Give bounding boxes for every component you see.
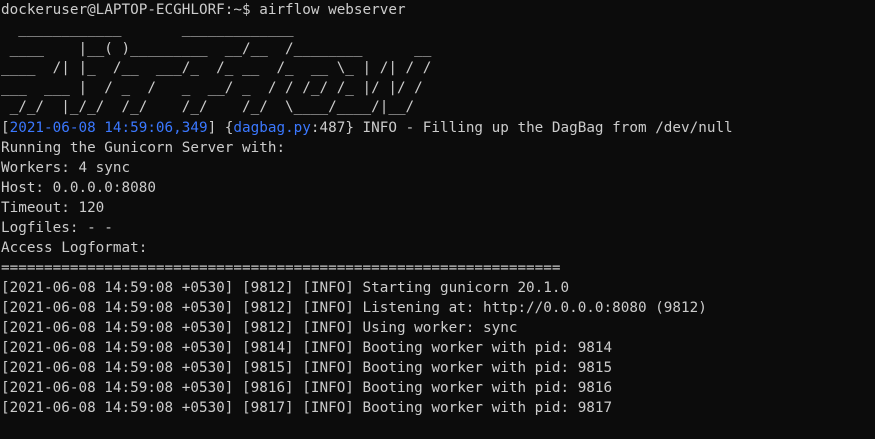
dagbag-open-bracket: [	[1, 119, 10, 136]
ascii-art-line: ___ ___ | / _ / _ __/ _ / / /_/ /_ |/ |/…	[1, 79, 423, 96]
log-line: [2021-06-08 14:59:08 +0530] [9812] [INFO…	[1, 279, 570, 296]
gunicorn-info-line: Running the Gunicorn Server with:	[1, 139, 286, 156]
airflow-ascii-logo: ____________ _____________ ____ |__( )__…	[1, 20, 875, 118]
log-line: [2021-06-08 14:59:08 +0530] [9812] [INFO…	[1, 319, 518, 336]
prompt-user-host: dockeruser@LAPTOP-ECGHLORF	[1, 2, 225, 18]
gunicorn-info-line: Access Logformat:	[1, 239, 148, 256]
gunicorn-info-line: Logfiles: - -	[1, 219, 113, 236]
log-line: [2021-06-08 14:59:08 +0530] [9815] [INFO…	[1, 359, 613, 376]
dagbag-log-line: [2021-06-08 14:59:06,349] {dagbag.py:487…	[1, 118, 875, 138]
gunicorn-info-line: Workers: 4 sync	[1, 159, 131, 176]
prompt-command: airflow webserver	[259, 2, 406, 18]
prompt-symbol: $	[242, 2, 251, 18]
dagbag-open-brace: {	[216, 119, 234, 136]
log-line: [2021-06-08 14:59:08 +0530] [9814] [INFO…	[1, 339, 613, 356]
dagbag-source-file: dagbag.py	[233, 119, 311, 136]
log-line: [2021-06-08 14:59:08 +0530] [9812] [INFO…	[1, 299, 707, 316]
gunicorn-info-line: Host: 0.0.0.0:8080	[1, 179, 156, 196]
ascii-art-line: ____ /| |_ /__ ___/_ /_ __ /_ __ \_ | /|…	[1, 60, 432, 77]
ascii-art-line: ____________ _____________	[1, 21, 294, 37]
prompt-path: ~	[233, 2, 243, 18]
log-line: [2021-06-08 14:59:08 +0530] [9817] [INFO…	[1, 399, 613, 416]
prompt-line: dockeruser@LAPTOP-ECGHLORF:~$ airflow we…	[1, 0, 875, 20]
dagbag-close-bracket: ]	[207, 119, 217, 136]
log-line: [2021-06-08 14:59:08 +0530] [9816] [INFO…	[1, 379, 613, 396]
ascii-art-line: _/_/ |_/_/ /_/ /_/ /_/ \____/____/|__/	[1, 99, 415, 116]
dagbag-message: :487} INFO - Filling up the DagBag from …	[310, 119, 733, 136]
terminal-window[interactable]: dockeruser@LAPTOP-ECGHLORF:~$ airflow we…	[0, 0, 875, 439]
ascii-art-line: ____ |__( )_________ __/__ /________ __	[1, 40, 432, 57]
dagbag-timestamp: 2021-06-08 14:59:06,349	[9, 119, 208, 136]
separator-line: ========================================…	[1, 259, 561, 276]
gunicorn-info-line: Timeout: 120	[1, 199, 105, 216]
